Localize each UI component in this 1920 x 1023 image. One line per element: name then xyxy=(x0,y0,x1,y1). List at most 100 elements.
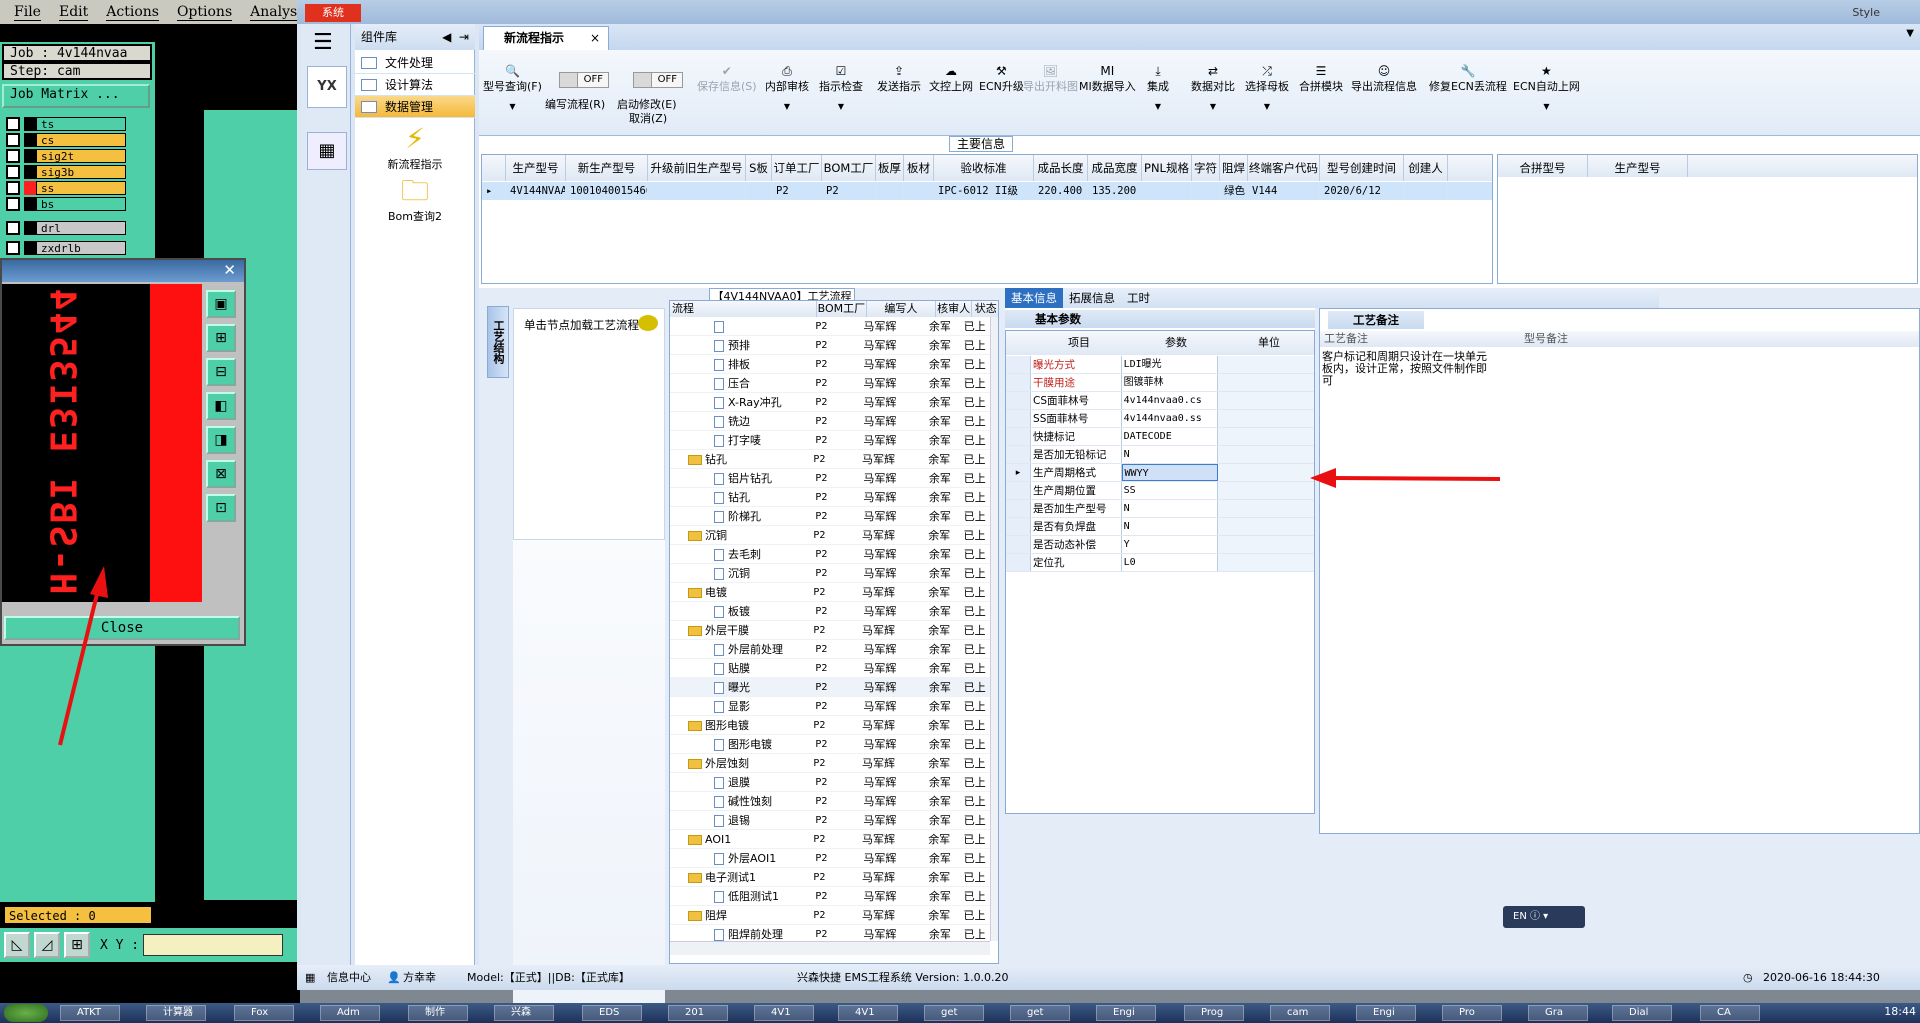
table-cell[interactable]: 绿色 xyxy=(1220,182,1248,200)
param-value[interactable]: Y xyxy=(1122,536,1218,553)
tree-row[interactable]: 沉铜 P2 马军辉 余军 已上 xyxy=(670,564,990,583)
param-value[interactable]: N xyxy=(1122,500,1218,517)
tree-row[interactable]: 曝光 P2 马军辉 余军 已上 xyxy=(670,678,990,697)
column-header[interactable]: 生产型号 xyxy=(1588,155,1688,177)
taskbar-item[interactable]: get xyxy=(924,1005,984,1021)
tab-new-flow[interactable]: 新流程指示 × xyxy=(483,26,609,50)
layer-row[interactable]: drl xyxy=(2,220,126,236)
layer-row[interactable]: sig3b xyxy=(2,164,126,180)
component-item-data[interactable]: 数据管理 xyxy=(355,96,475,118)
tree-row[interactable]: AOI1 P2 马军辉 余军 已上 xyxy=(670,830,990,849)
param-value[interactable]: DATECODE xyxy=(1122,428,1218,445)
tree-row[interactable]: 铝片钻孔 P2 马军辉 余军 已上 xyxy=(670,469,990,488)
table-cell[interactable]: 2020/6/12 xyxy=(1320,182,1404,200)
param-row[interactable]: SS面菲林号 4v144nvaa0.ss xyxy=(1006,410,1315,428)
ecn-upgrade-button[interactable]: ⚒ ECN升级 xyxy=(979,64,1024,94)
param-row[interactable]: CS面菲林号 4v144nvaa0.cs xyxy=(1006,392,1315,410)
tree-row[interactable]: 铣边 P2 马军辉 余军 已上 xyxy=(670,412,990,431)
param-unit[interactable] xyxy=(1217,482,1315,499)
tree-row[interactable]: 钻孔 P2 马军辉 余军 已上 xyxy=(670,450,990,469)
select-master-button[interactable]: ⤮ 选择母板 ▼ xyxy=(1245,64,1289,111)
table-row[interactable]: ▸4V144NVAA010010400154665 P2P2 IPC-6012 II… xyxy=(482,182,1492,200)
tab-dropdown-icon[interactable]: ▼ xyxy=(1906,28,1914,39)
column-header[interactable]: 状态 xyxy=(972,301,998,317)
taskbar-item[interactable]: Gra xyxy=(1528,1005,1588,1021)
column-header[interactable]: 编写人 xyxy=(867,301,936,317)
column-header[interactable]: 参数 xyxy=(1126,331,1226,355)
layer-checkbox[interactable] xyxy=(6,241,20,255)
cancel-label[interactable]: 取消(Z) xyxy=(629,110,667,126)
param-value[interactable]: 4v144nvaa0.cs xyxy=(1122,392,1218,409)
table-cell[interactable]: 10010400154665 xyxy=(566,182,648,200)
taskbar-item[interactable]: get xyxy=(1010,1005,1070,1021)
table-cell[interactable]: P2 xyxy=(772,182,822,200)
taskbar-item[interactable]: Pro xyxy=(1442,1005,1502,1021)
column-header[interactable]: 成品宽度 xyxy=(1088,155,1142,181)
column-header[interactable]: 项目 xyxy=(1032,331,1126,355)
tree-row[interactable]: X-Ray冲孔 P2 马军辉 余军 已上 xyxy=(670,393,990,412)
taskbar-item[interactable]: Engi xyxy=(1356,1005,1416,1021)
menu-actions[interactable]: Actions xyxy=(106,4,159,21)
layer-checkbox[interactable] xyxy=(6,165,20,179)
param-unit[interactable] xyxy=(1217,356,1315,373)
yx-logo-icon[interactable]: YX xyxy=(307,66,347,108)
notes-tab[interactable]: 工艺备注 xyxy=(1328,311,1424,329)
param-unit[interactable] xyxy=(1217,446,1315,463)
ime-indicator[interactable]: EN ⓘ ▾ xyxy=(1503,906,1585,928)
ecn-auto-online-button[interactable]: ★ ECN自动上网 ▼ xyxy=(1513,64,1580,111)
tree-row[interactable]: 显影 P2 马军辉 余军 已上 xyxy=(670,697,990,716)
column-header[interactable]: BOM工厂 xyxy=(817,301,868,317)
tree-row[interactable]: 沉铜 P2 马军辉 余军 已上 xyxy=(670,526,990,545)
param-value[interactable]: SS xyxy=(1122,482,1218,499)
mi-import-button[interactable]: MI MI数据导入 xyxy=(1079,64,1136,94)
column-header[interactable]: 验收标准 xyxy=(934,155,1034,181)
tree-row[interactable]: 打字唛 P2 马军辉 余军 已上 xyxy=(670,431,990,450)
send-indicator-button[interactable]: ⇪ 发送指示 xyxy=(877,64,921,94)
tree-row[interactable]: 贴膜 P2 马军辉 余军 已上 xyxy=(670,659,990,678)
calculator-icon[interactable]: ▦ xyxy=(307,132,347,170)
column-header[interactable]: 板材 xyxy=(904,155,934,181)
layer-checkbox[interactable] xyxy=(6,149,20,163)
tree-row[interactable]: 电镀 P2 马军辉 余军 已上 xyxy=(670,583,990,602)
param-unit[interactable] xyxy=(1217,518,1315,535)
grid-icon[interactable]: ⊡ xyxy=(206,494,236,522)
param-row[interactable]: 快捷标记 DATECODE xyxy=(1006,428,1315,446)
horizontal-scrollbar[interactable] xyxy=(670,941,990,955)
tree-row[interactable]: 电子测试1 P2 马军辉 余军 已上 xyxy=(670,868,990,887)
taskbar-item[interactable]: ATKT xyxy=(60,1005,120,1021)
select-tool-icon[interactable]: ◺ xyxy=(4,932,30,958)
param-row[interactable]: 是否加无铅标记 N xyxy=(1006,446,1315,464)
tree-row[interactable]: 预排 P2 马军辉 余军 已上 xyxy=(670,336,990,355)
param-unit[interactable] xyxy=(1217,464,1314,481)
tree-row[interactable]: 钻孔 P2 马军辉 余军 已上 xyxy=(670,488,990,507)
tree-row[interactable]: 排板 P2 马军辉 余军 已上 xyxy=(670,355,990,374)
grid-tool-icon[interactable]: ⊞ xyxy=(64,932,90,958)
zoom-window-titlebar[interactable]: ✕ xyxy=(2,260,244,282)
param-row[interactable]: 是否加生产型号 N xyxy=(1006,500,1315,518)
tree-row[interactable]: 压合 P2 马军辉 余军 已上 xyxy=(670,374,990,393)
column-header[interactable]: 单位 xyxy=(1226,331,1312,355)
fit-icon[interactable]: ⊠ xyxy=(206,460,236,488)
tab-extended-info[interactable]: 拓展信息 xyxy=(1063,288,1121,308)
param-unit[interactable] xyxy=(1217,410,1315,427)
vertical-scrollbar[interactable] xyxy=(990,317,998,941)
param-row[interactable]: 是否动态补偿 Y xyxy=(1006,536,1315,554)
table-cell[interactable]: P2 xyxy=(822,182,876,200)
indicator-check-button[interactable]: ☑ 指示检查 ▼ xyxy=(819,64,863,111)
taskbar-item[interactable]: CA xyxy=(1700,1005,1760,1021)
fix-ecn-button[interactable]: 🔧 修复ECN丢流程 xyxy=(1429,64,1507,94)
component-item-algorithm[interactable]: 设计算法 xyxy=(355,74,475,96)
system-label[interactable]: 系统 xyxy=(305,4,361,22)
tree-row[interactable]: 退膜 P2 马军辉 余军 已上 xyxy=(670,773,990,792)
param-unit[interactable] xyxy=(1217,374,1315,391)
tree-row[interactable]: 板镀 P2 马军辉 余军 已上 xyxy=(670,602,990,621)
param-row[interactable]: ▸ 生产周期格式 WWYY xyxy=(1006,464,1314,482)
measure-tool-icon[interactable]: ◿ xyxy=(34,932,60,958)
taskbar-item[interactable]: 计算器 xyxy=(146,1005,206,1021)
tree-row[interactable]: 低阻测试1 P2 马军辉 余军 已上 xyxy=(670,887,990,906)
tree-row[interactable]: 阶梯孔 P2 马军辉 余军 已上 xyxy=(670,507,990,526)
tab-basic-info[interactable]: 基本信息 xyxy=(1005,288,1063,308)
layer-checkbox[interactable] xyxy=(6,181,20,195)
tree-row[interactable]: 阻焊 P2 马军辉 余军 已上 xyxy=(670,906,990,925)
menu-file[interactable]: File xyxy=(14,4,41,21)
